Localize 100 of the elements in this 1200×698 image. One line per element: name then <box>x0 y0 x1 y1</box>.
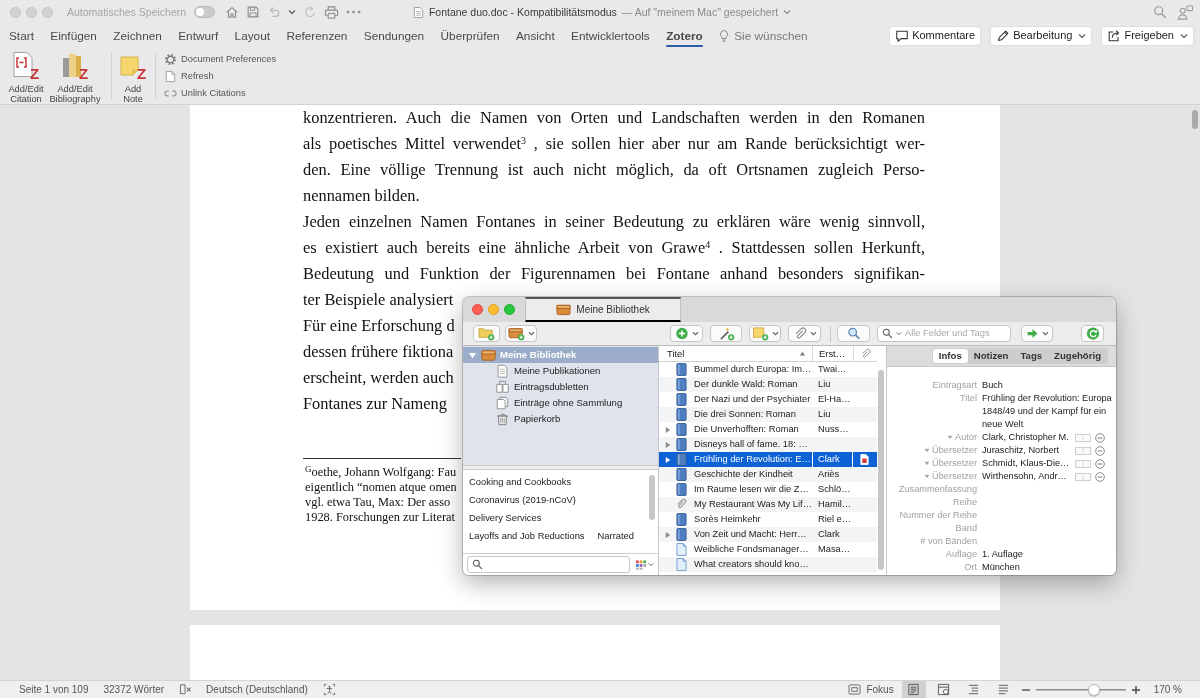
item-row[interactable]: Frühling der Revolution: E… Clark <box>659 452 877 467</box>
zoom-button[interactable] <box>42 6 53 18</box>
ribbon-tab[interactable]: Sendungen <box>363 25 425 47</box>
item-row[interactable]: Im Raume lesen wir die Z… Schlö… <box>659 482 877 497</box>
tag[interactable]: Cooking and Cookbooks <box>469 473 572 491</box>
undo-icon[interactable] <box>267 5 282 19</box>
add-edit-bibliography-button[interactable]: Z Add/Edit Bibliography <box>48 51 102 104</box>
ribbon-tab[interactable]: Entwicklertools <box>571 25 650 47</box>
two-field-icon[interactable] <box>1075 433 1091 442</box>
item-row[interactable]: My Restaurant Was My Lif… Hamil… <box>659 497 877 512</box>
search-field[interactable]: Alle Felder und Tags <box>877 325 1011 342</box>
tag[interactable]: Layoffs and Job Reductions <box>469 527 585 545</box>
scrollbar-thumb[interactable] <box>1192 110 1198 129</box>
comment-button[interactable]: Kommentare <box>889 26 982 46</box>
item-row[interactable]: Geschichte der Kindheit Ariès <box>659 467 877 482</box>
item-row[interactable]: Bummel durch Europa: Im… Twai… <box>659 362 877 377</box>
minus-icon[interactable] <box>1095 458 1105 469</box>
ribbon-tab[interactable]: Überprüfen <box>440 25 500 47</box>
locate-button[interactable] <box>837 325 870 342</box>
two-field-icon[interactable] <box>1075 472 1091 481</box>
zoom-slider-thumb[interactable] <box>1087 683 1100 696</box>
search-icon[interactable] <box>1153 5 1167 19</box>
collapsed-triangle-icon[interactable] <box>665 425 671 434</box>
close-button[interactable] <box>10 6 21 18</box>
field-value[interactable]: Clark, Christopher M. <box>982 431 1071 444</box>
two-field-icon[interactable] <box>1075 459 1091 468</box>
library-tab[interactable]: Meine Bibliothek <box>525 297 681 322</box>
accessibility-icon[interactable] <box>322 683 336 696</box>
field-value[interactable]: 1. Auflage <box>982 548 1023 561</box>
caret-icon[interactable] <box>924 474 931 479</box>
refresh-button[interactable]: Refresh <box>164 68 277 85</box>
save-icon[interactable] <box>246 5 261 19</box>
people-icon[interactable] <box>1177 4 1194 20</box>
ribbon-tab[interactable]: Start <box>9 25 34 47</box>
chevron-down-icon[interactable] <box>783 9 792 15</box>
minimize-button[interactable] <box>488 304 499 315</box>
close-button[interactable] <box>472 304 483 315</box>
language[interactable]: Deutsch (Deutschland) <box>206 683 308 696</box>
item-row[interactable]: What creators should kno… <box>659 557 877 572</box>
preferences-button[interactable]: Document Preferences <box>164 51 277 68</box>
zoom-button[interactable] <box>504 304 515 315</box>
column-header[interactable]: Erst… <box>812 346 853 361</box>
autosave-toggle[interactable] <box>194 6 216 18</box>
new-note-button[interactable] <box>749 325 781 342</box>
tree-item[interactable]: Eintragsdubletten <box>463 379 658 395</box>
unlink-button[interactable]: Unlink Citations <box>164 85 277 102</box>
caret-icon[interactable] <box>288 9 297 15</box>
minimize-button[interactable] <box>26 6 37 18</box>
tag[interactable]: Narrated <box>597 527 634 545</box>
field-value[interactable]: Buch <box>982 379 1003 392</box>
item-row[interactable]: Der dunkle Wald: Roman Liu <box>659 377 877 392</box>
ribbon-tab[interactable]: Layout <box>234 25 270 47</box>
field-value[interactable]: Schmidt, Klaus-Die… <box>982 457 1071 470</box>
tag-filter-field[interactable] <box>467 556 630 573</box>
tell-me-button[interactable]: Sie wünschen <box>719 28 808 44</box>
tree-item[interactable]: Einträge ohne Sammlung <box>463 395 658 411</box>
new-library-button[interactable] <box>505 325 537 342</box>
pane-tab[interactable]: Tags <box>1014 349 1049 363</box>
new-item-button[interactable] <box>670 325 703 342</box>
item-row[interactable]: Die Unverhofften: Roman Nuss… <box>659 422 877 437</box>
redo-icon[interactable] <box>303 5 318 19</box>
scrollbar-thumb[interactable] <box>649 475 655 520</box>
field-value[interactable]: Wirthensohn, Andr… <box>982 470 1071 483</box>
collapsed-triangle-icon[interactable] <box>665 455 671 464</box>
ribbon-tab[interactable]: Entwurf <box>178 25 219 47</box>
add-by-identifier-button[interactable] <box>710 325 742 342</box>
view-button[interactable] <box>901 681 926 698</box>
two-field-icon[interactable] <box>1075 446 1091 455</box>
focus-button[interactable]: Fokus <box>848 683 894 696</box>
field-value[interactable]: Frühling der Revolution: Europa 1848/49 und der Kampf für ein neue Welt <box>982 392 1112 431</box>
caret-icon[interactable] <box>924 461 931 466</box>
ribbon-tab[interactable]: Zeichnen <box>113 25 162 47</box>
item-row[interactable]: Weibliche Fondsmanager… Masa… <box>659 542 877 557</box>
zoom-in-button[interactable] <box>1131 685 1140 694</box>
edit-button[interactable]: Bearbeitung <box>990 26 1093 46</box>
more-icon[interactable] <box>346 10 362 14</box>
new-collection-button[interactable] <box>473 325 500 342</box>
tag[interactable]: Coronavirus (2019-nCoV) <box>469 491 576 509</box>
collapsed-triangle-icon[interactable] <box>665 530 671 539</box>
tree-item[interactable]: Meine Publikationen <box>463 363 658 379</box>
ribbon-tab[interactable]: Referenzen <box>286 25 348 47</box>
minus-icon[interactable] <box>1095 432 1105 443</box>
ribbon-tab[interactable]: Einfügen <box>50 25 97 47</box>
scrollbar-thumb[interactable] <box>878 370 884 570</box>
pane-tab[interactable]: Zugehörig <box>1048 349 1107 363</box>
tag[interactable]: Delivery Services <box>469 509 542 527</box>
pane-tab[interactable]: Notizen <box>967 349 1015 363</box>
field-value[interactable]: München <box>982 561 1020 574</box>
field-value[interactable]: Juraschitz, Norbert <box>982 444 1071 457</box>
add-edit-citation-button[interactable]: Z Add/Edit Citation <box>8 51 44 104</box>
attachment-button[interactable] <box>788 325 821 342</box>
collapsed-triangle-icon[interactable] <box>665 440 671 449</box>
ribbon-tab[interactable]: Ansicht <box>515 25 555 47</box>
item-row[interactable]: Von Zeit und Macht: Herr… Clark <box>659 527 877 542</box>
minus-icon[interactable] <box>1095 445 1105 456</box>
ribbon-tab[interactable]: Zotero <box>666 25 703 47</box>
home-icon[interactable] <box>225 5 240 19</box>
item-row[interactable]: Der Nazi und der Psychiater El-Ha… <box>659 392 877 407</box>
minus-icon[interactable] <box>1095 471 1105 482</box>
share-button[interactable]: Freigeben <box>1101 26 1194 46</box>
